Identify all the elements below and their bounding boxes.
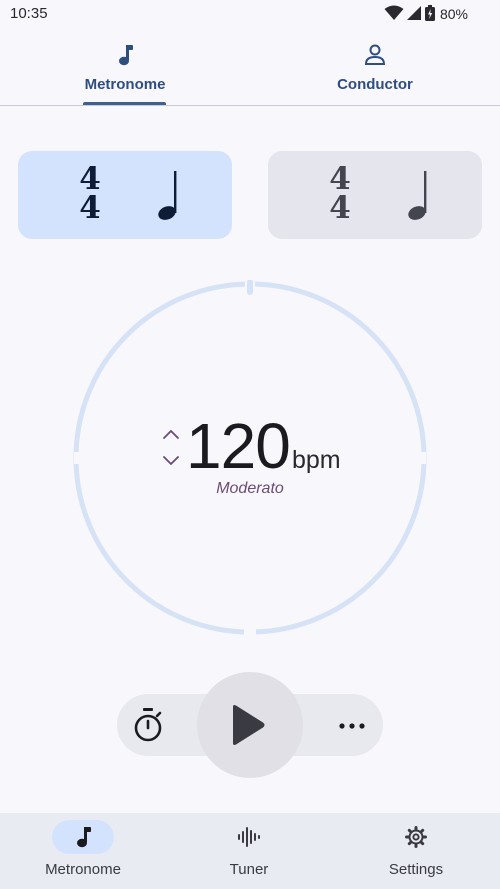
status-time: 10:35 bbox=[10, 5, 48, 22]
battery-level: 80% bbox=[439, 6, 468, 22]
timer-icon[interactable] bbox=[128, 706, 168, 746]
tempo-marking: Moderato bbox=[216, 480, 284, 497]
tab-metronome[interactable]: Metronome bbox=[0, 36, 250, 104]
tabs-divider bbox=[0, 105, 500, 106]
tempo-increase-icon[interactable] bbox=[160, 426, 182, 444]
tempo-decrease-icon[interactable] bbox=[160, 451, 182, 469]
more-icon[interactable] bbox=[334, 706, 370, 746]
music-note-icon bbox=[119, 45, 133, 66]
play-icon bbox=[233, 705, 265, 745]
wifi-icon bbox=[384, 5, 404, 20]
quarter-note-icon bbox=[158, 171, 177, 220]
music-note-icon bbox=[77, 827, 91, 848]
nav-metronome[interactable]: Metronome bbox=[0, 813, 166, 889]
time-signature-denominator: 4 bbox=[79, 190, 101, 226]
preset-card[interactable]: 4 4 bbox=[268, 151, 482, 239]
time-signature: 4 4 bbox=[325, 164, 355, 226]
tab-conductor[interactable]: Conductor bbox=[250, 36, 500, 104]
nav-label: Metronome bbox=[45, 861, 121, 878]
battery-icon bbox=[425, 5, 435, 21]
nav-label: Settings bbox=[388, 861, 444, 878]
play-button[interactable] bbox=[197, 672, 303, 778]
signal-icon bbox=[407, 6, 421, 20]
gear-icon bbox=[405, 826, 427, 848]
preset-card-selected[interactable]: 4 4 bbox=[18, 151, 232, 239]
time-signature-denominator: 4 bbox=[329, 190, 351, 226]
tab-label: Metronome bbox=[84, 76, 166, 93]
waveform-icon bbox=[238, 827, 260, 847]
person-icon bbox=[364, 44, 386, 65]
time-signature: 4 4 bbox=[75, 164, 105, 226]
nav-settings[interactable]: Settings bbox=[333, 813, 499, 889]
nav-label: Tuner bbox=[229, 861, 269, 878]
tempo-value[interactable]: 120 bbox=[186, 410, 291, 482]
dial-handle[interactable] bbox=[245, 280, 255, 297]
tempo-unit: bpm bbox=[292, 446, 341, 474]
quarter-note-icon bbox=[408, 171, 427, 220]
tab-label: Conductor bbox=[337, 76, 413, 93]
nav-tuner[interactable]: Tuner bbox=[166, 813, 332, 889]
